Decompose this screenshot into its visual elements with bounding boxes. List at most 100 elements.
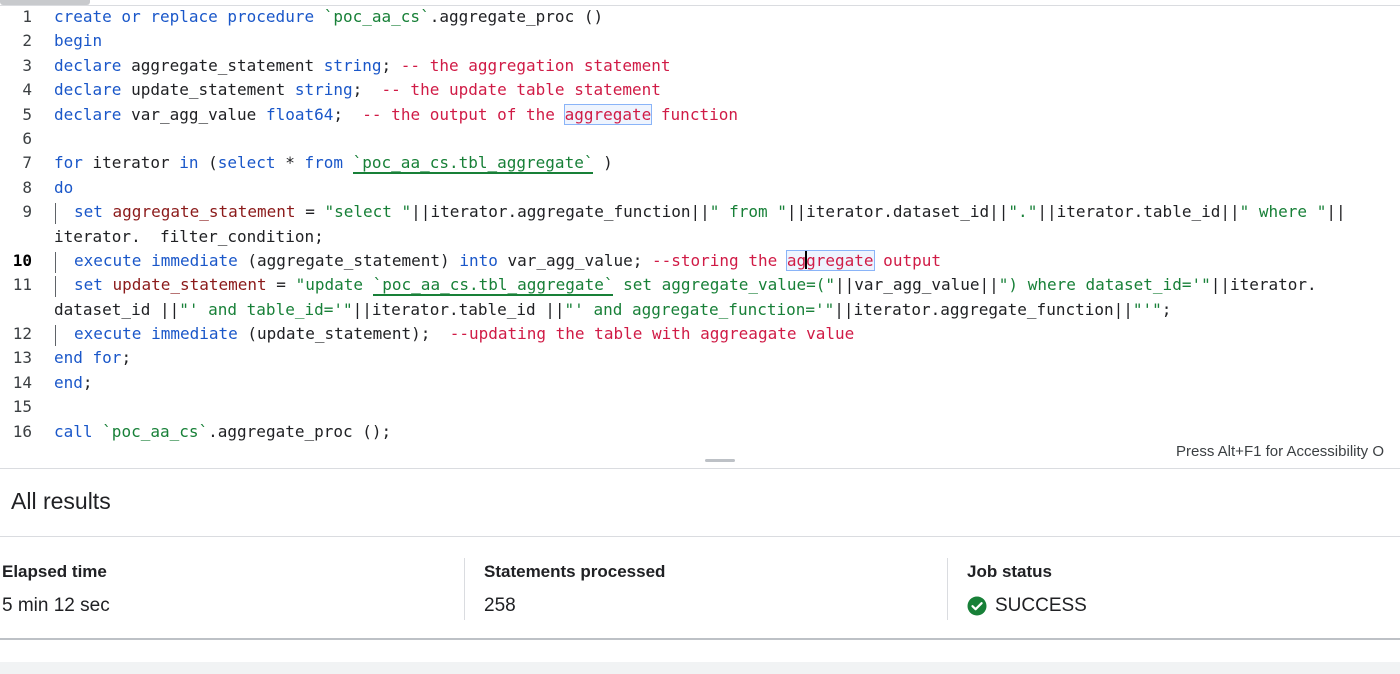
text-token: aggregate_statement: [121, 55, 324, 75]
code-line: 15: [0, 396, 1400, 420]
text-token: ||iterator.aggregate_function||: [411, 202, 710, 222]
string-token: ".": [1008, 202, 1038, 222]
accessibility-hint: Press Alt+F1 for Accessibility O: [1176, 443, 1384, 460]
string-token: set aggregate_value=(": [613, 275, 836, 295]
indent-guide: [55, 251, 56, 273]
line-number: 7: [22, 153, 32, 173]
code-editor[interactable]: 1 create or replace procedure `poc_aa_cs…: [0, 6, 1400, 444]
type-token: string: [294, 80, 353, 100]
string-token: "select ": [324, 202, 412, 222]
type-token: string: [323, 55, 382, 75]
keyword-token: declare: [54, 104, 122, 124]
code-line: 1 create or replace procedure `poc_aa_cs…: [0, 6, 1400, 30]
text-token: update_statement: [121, 80, 295, 100]
keyword-token: set: [74, 202, 103, 222]
indent-guide: [55, 203, 56, 225]
string-token: "' and table_id='": [179, 299, 353, 319]
keyword-token: create or replace procedure: [54, 7, 315, 26]
code-text: declare aggregate_statement string; -- t…: [54, 56, 671, 75]
variable-token: update_statement: [102, 275, 267, 295]
word-highlight: aggregate: [563, 103, 653, 125]
stat-label: Job status: [967, 562, 1053, 581]
code-line: 16 call `poc_aa_cs`.aggregate_proc ();: [0, 421, 1400, 444]
stat-value: 5 min 12 sec: [2, 595, 110, 616]
line-number: 2: [22, 31, 32, 51]
stat-separator: [464, 558, 465, 620]
text-token: var_agg_value: [121, 104, 266, 124]
results-divider: [0, 536, 1400, 537]
line-number: 3: [22, 55, 32, 75]
table-reference-link[interactable]: `poc_aa_cs.tbl_aggregate`: [372, 275, 614, 297]
code-text: create or replace procedure `poc_aa_cs`.…: [54, 7, 603, 26]
code-text: do: [54, 178, 73, 197]
stat-value: 258: [484, 595, 516, 616]
text-token: ;: [121, 348, 132, 368]
string-token: ") where dataset_id='": [998, 275, 1211, 295]
code-text: declare var_agg_value float64; -- the ou…: [54, 103, 738, 125]
string-token: "'": [1132, 299, 1162, 319]
keyword-token: execute immediate: [74, 324, 238, 344]
job-status-value: SUCCESS: [995, 595, 1087, 616]
code-line: 2 begin: [0, 30, 1400, 54]
comment-token: -- the update table statement: [381, 80, 661, 100]
text-token: iterator. filter_condition;: [54, 226, 324, 246]
code-text: dataset_id ||"' and table_id='"||iterato…: [54, 300, 1171, 319]
highlight-part: gregate: [806, 250, 874, 270]
text-token: ||iterator.: [1210, 275, 1317, 295]
text-token: ;: [82, 372, 93, 392]
comment-token: output: [873, 250, 941, 270]
string-token: "update: [295, 275, 373, 295]
keyword-token: declare: [54, 55, 122, 75]
code-line-wrap: iterator. filter_condition;: [0, 226, 1400, 250]
indent-guide: [55, 276, 56, 298]
string-token: `poc_aa_cs`: [323, 7, 430, 26]
code-line: 8 do: [0, 177, 1400, 201]
text-token: ;: [333, 104, 363, 124]
comment-token: -- the aggregation statement: [400, 55, 671, 75]
text-token: .aggregate_proc (): [429, 7, 604, 26]
bottom-divider: [0, 638, 1400, 640]
code-line: 12 execute immediate (update_statement);…: [0, 323, 1400, 347]
keyword-token: call: [54, 421, 93, 441]
stat-statements-processed: Statements processed 258: [484, 560, 665, 618]
keyword-token: execute immediate: [74, 250, 238, 270]
code-text: for iterator in (select * from `poc_aa_c…: [54, 153, 613, 175]
code-text: end;: [54, 373, 93, 392]
stat-job-status: Job status SUCCESS: [967, 560, 1087, 618]
indent-guide: [55, 325, 56, 347]
stat-separator: [947, 558, 948, 620]
string-token: " where ": [1239, 202, 1327, 222]
code-line: 9 set aggregate_statement = "select "||i…: [0, 201, 1400, 225]
code-text: call `poc_aa_cs`.aggregate_proc ();: [54, 422, 391, 441]
line-number: 11: [12, 275, 32, 295]
keyword-token: in: [179, 153, 199, 173]
panel-resize-handle[interactable]: [705, 459, 735, 462]
code-text: iterator. filter_condition;: [54, 227, 324, 246]
line-number: 15: [12, 397, 32, 417]
table-reference-link[interactable]: `poc_aa_cs.tbl_aggregate`: [352, 153, 594, 175]
highlight-part: ag: [786, 250, 807, 270]
text-token: ;: [381, 55, 401, 75]
line-number: 1: [22, 7, 32, 26]
comment-token: --updating the table with aggreagate val…: [449, 324, 855, 344]
keyword-token: into: [459, 250, 498, 270]
job-status-row: SUCCESS: [967, 594, 1087, 618]
line-number: 13: [12, 348, 32, 368]
text-token: *: [275, 153, 305, 173]
stat-label: Elapsed time: [2, 562, 107, 581]
code-line: 4 declare update_statement string; -- th…: [0, 79, 1400, 103]
line-number: 9: [22, 202, 32, 222]
results-divider: [0, 468, 1400, 469]
text-token: var_agg_value;: [497, 250, 652, 270]
text-token: ||iterator.table_id ||: [352, 299, 565, 319]
comment-token: -- the output of the: [362, 104, 565, 124]
code-text: execute immediate (aggregate_statement) …: [74, 249, 941, 271]
text-token: ||iterator.dataset_id||: [786, 202, 1009, 222]
line-number: 8: [22, 177, 32, 197]
keyword-token: do: [54, 177, 74, 197]
keyword-token: select: [217, 153, 276, 173]
text-token: ;: [352, 80, 382, 100]
text-token: dataset_id ||: [54, 299, 180, 319]
word-highlight: aggregate: [785, 249, 875, 271]
